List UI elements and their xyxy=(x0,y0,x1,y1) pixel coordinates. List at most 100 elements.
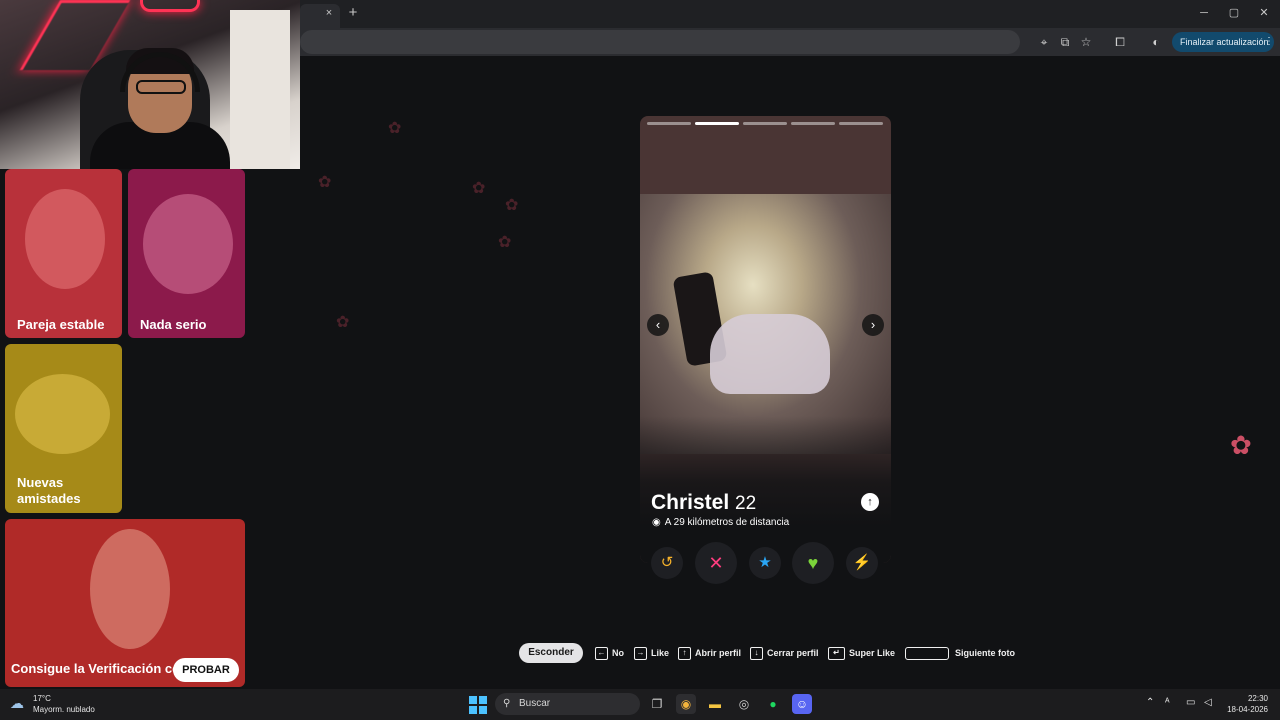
explore-panel: Pareja estable Nada serio Nuevas amistad… xyxy=(0,169,250,689)
profile-avatar-icon[interactable]: ◐ xyxy=(1148,34,1164,50)
photo-progress-segment xyxy=(839,122,883,125)
language-icon[interactable]: ᴬ xyxy=(1165,697,1170,708)
card-label: Consigue la Verificación co xyxy=(11,661,181,676)
rewind-button[interactable]: ↺ xyxy=(651,547,683,579)
task-view-icon[interactable]: ❐ xyxy=(647,694,667,714)
profile-photo[interactable] xyxy=(640,194,891,454)
shortcut-no: ← No xyxy=(595,645,624,661)
windows-logo-icon xyxy=(469,706,477,714)
neon-light xyxy=(140,0,200,12)
finish-update-button[interactable]: Finalizar actualización xyxy=(1172,32,1274,52)
left-arrow-key-icon: ← xyxy=(595,647,608,661)
taskbar-search[interactable]: Buscar xyxy=(495,693,640,715)
card-illustration xyxy=(143,194,233,294)
next-photo-button[interactable]: › xyxy=(862,314,884,336)
obs-icon[interactable]: ◎ xyxy=(734,694,754,714)
tab-close-icon[interactable]: × xyxy=(322,6,336,20)
card-label: Pareja estable xyxy=(17,317,105,332)
shortcut-close-profile: ↓ Cerrar perfil xyxy=(750,645,819,661)
glasses-icon xyxy=(136,80,186,94)
up-arrow-key-icon: ↑ xyxy=(678,647,691,661)
weather-cloud-icon[interactable]: ☁ xyxy=(10,695,30,713)
card-illustration xyxy=(90,529,170,649)
enter-key-icon: ↵ xyxy=(828,647,845,661)
petal-decoration: ✿ xyxy=(336,314,350,331)
new-tab-button[interactable]: + xyxy=(346,5,360,21)
shortcut-open-profile: ↑ Abrir perfil xyxy=(678,645,741,661)
open-profile-info-button[interactable]: ↑ xyxy=(861,493,879,511)
volume-icon[interactable]: ◁ xyxy=(1204,697,1212,708)
petal-decoration: ✿ xyxy=(388,120,402,137)
card-label: Nada serio xyxy=(140,317,207,332)
photo-progress-segment xyxy=(695,122,739,125)
tray-overflow-icon[interactable]: ⌃ xyxy=(1146,697,1154,708)
webcam-overlay xyxy=(0,0,300,169)
try-verification-button[interactable]: PROBAR xyxy=(173,658,239,682)
chrome-icon[interactable]: ◉ xyxy=(676,694,696,714)
shortcut-label: Like xyxy=(651,648,670,658)
profile-name-text: Christel xyxy=(651,491,730,514)
shortcut-label: Super Like xyxy=(849,648,896,658)
taskbar-clock[interactable]: 22:30 18-04-2026 xyxy=(1224,693,1268,715)
address-bar[interactable] xyxy=(300,30,1020,54)
petal-decoration: ✿ xyxy=(1230,430,1252,460)
petal-decoration: ✿ xyxy=(498,234,512,251)
super-like-button[interactable]: ★ xyxy=(749,547,781,579)
card-illustration xyxy=(25,189,105,289)
hide-shortcuts-button[interactable]: Esconder xyxy=(519,643,583,663)
shortcut-next-photo: Siguiente foto xyxy=(905,645,1015,661)
close-window-button[interactable]: ✕ xyxy=(1256,5,1272,21)
explore-card-nada-serio[interactable]: Nada serio xyxy=(128,169,245,338)
bookmark-star-icon[interactable]: ☆ xyxy=(1078,34,1094,50)
windows-logo-icon xyxy=(469,696,477,704)
file-explorer-icon[interactable]: ▬ xyxy=(705,694,725,714)
shortcut-like: → Like xyxy=(634,645,669,661)
explore-card-pareja-estable[interactable]: Pareja estable xyxy=(5,169,122,338)
discord-icon[interactable]: ☺ xyxy=(792,694,812,714)
shortcut-label: Siguiente foto xyxy=(955,648,1015,658)
windows-logo-icon xyxy=(479,696,487,704)
photo-progress-segment xyxy=(647,122,691,125)
photo-progress-segment xyxy=(743,122,787,125)
down-arrow-key-icon: ↓ xyxy=(750,647,763,661)
petal-decoration: ✿ xyxy=(505,197,519,214)
explore-card-nuevas-amistades[interactable]: Nuevas amistades xyxy=(5,344,122,513)
profile-distance: ◉ A 29 kilómetros de distancia xyxy=(652,516,789,530)
install-app-icon[interactable]: ⧉ xyxy=(1057,34,1073,50)
card-illustration xyxy=(15,374,110,454)
boost-button[interactable]: ⚡ xyxy=(846,547,878,579)
previous-photo-button[interactable]: ‹ xyxy=(647,314,669,336)
network-icon[interactable]: ▭ xyxy=(1186,697,1195,708)
photo-progress-segment xyxy=(791,122,835,125)
distance-text: A 29 kilómetros de distancia xyxy=(664,517,790,528)
weather-description: Mayorm. nublado xyxy=(33,705,95,714)
nope-button[interactable]: ✕ xyxy=(695,542,737,584)
temperature: 17°C xyxy=(33,694,51,703)
action-buttons: ↺ ✕ ★ ♥ ⚡ xyxy=(640,541,891,585)
shortcut-label: Abrir perfil xyxy=(695,648,742,658)
weather-widget[interactable]: 17°C Mayorm. nublado xyxy=(33,693,95,715)
windows-logo-icon xyxy=(479,706,487,714)
minimize-button[interactable]: ─ xyxy=(1196,5,1212,21)
location-pin-icon: ◉ xyxy=(652,517,661,528)
petal-decoration: ✿ xyxy=(472,180,486,197)
search-icon: ⚲ xyxy=(503,698,511,709)
browser-menu-icon[interactable]: ⋮ xyxy=(1264,32,1274,52)
location-icon[interactable]: ⌖ xyxy=(1036,34,1052,50)
background-door xyxy=(230,10,290,169)
right-arrow-key-icon: → xyxy=(634,647,647,661)
extensions-icon[interactable]: ⧠ xyxy=(1112,34,1128,50)
date: 18-04-2026 xyxy=(1227,705,1268,714)
like-button[interactable]: ♥ xyxy=(792,542,834,584)
restore-button[interactable]: ▢ xyxy=(1226,5,1242,21)
profile-age: 22 xyxy=(735,493,757,514)
shortcut-super-like: ↵ Super Like xyxy=(828,645,895,661)
profile-name: Christel 22 xyxy=(651,490,756,517)
spotify-icon[interactable]: ● xyxy=(763,694,783,714)
keyboard-shortcuts-bar: Esconder ← No → Like ↑ Abrir perfil ↓ Cerrar… xyxy=(519,643,1019,663)
explore-card-verification[interactable]: Consigue la Verificación co PROBAR xyxy=(5,519,245,687)
shortcut-label: No xyxy=(612,648,624,658)
petal-decoration: ✿ xyxy=(318,174,332,191)
start-button[interactable] xyxy=(469,696,487,714)
space-key-icon xyxy=(905,647,949,661)
